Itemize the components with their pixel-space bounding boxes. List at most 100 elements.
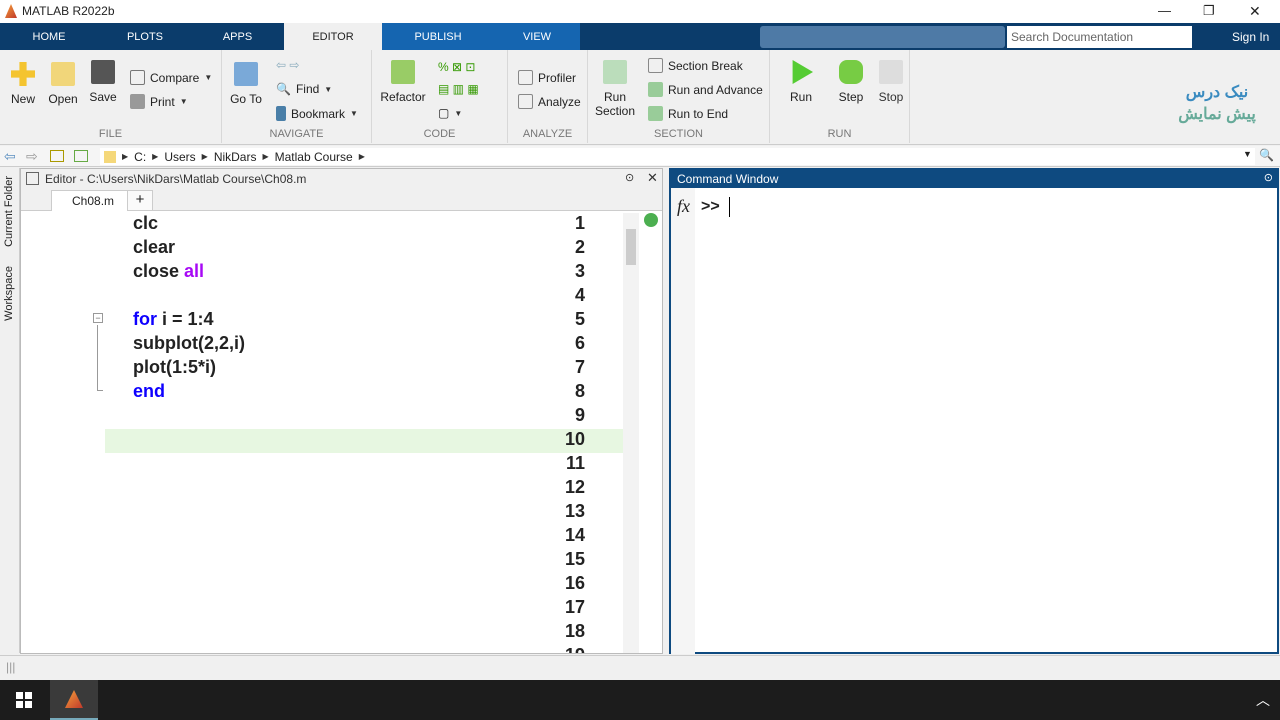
code-token: all bbox=[184, 261, 205, 281]
panel-menu-icon[interactable]: ⊙ bbox=[1264, 171, 1273, 184]
sign-in-link[interactable]: Sign In bbox=[1232, 30, 1269, 44]
minimize-button[interactable]: — bbox=[1158, 3, 1171, 18]
editor-header: Editor - C:\Users\NikDars\Matlab Course\… bbox=[21, 169, 662, 189]
profiler-icon bbox=[518, 70, 533, 85]
back-forward-icon[interactable]: ⇦ ⇨ bbox=[276, 58, 299, 72]
line-number: 4 bbox=[574, 285, 585, 305]
line-number: 10 bbox=[564, 429, 585, 449]
run-and-advance-button[interactable]: Run and Advance bbox=[648, 82, 763, 97]
path-segment[interactable]: Matlab Course bbox=[275, 150, 353, 164]
stop-icon bbox=[879, 60, 903, 84]
close-button[interactable]: ✕ bbox=[1249, 3, 1261, 20]
run-section-button[interactable]: Run Section bbox=[594, 60, 636, 118]
code-token: clear bbox=[133, 237, 176, 257]
tab-apps[interactable]: APPS bbox=[210, 23, 265, 50]
tab-workspace[interactable]: Workspace bbox=[3, 266, 15, 321]
print-icon bbox=[130, 94, 145, 109]
taskbar-matlab-button[interactable] bbox=[50, 680, 98, 720]
fixed-point-icon[interactable]: ▢ ▼ bbox=[438, 106, 462, 120]
profiler-button[interactable]: Profiler bbox=[518, 70, 576, 85]
print-button[interactable]: Print ▼ bbox=[130, 94, 188, 109]
code-line[interactable]: subplot(2,2,i) bbox=[133, 333, 245, 354]
run-button[interactable]: Run bbox=[786, 60, 816, 104]
folder-icon bbox=[51, 62, 75, 86]
line-number: 9 bbox=[574, 405, 585, 425]
code-token: for bbox=[133, 309, 157, 329]
code-group: Refactor % ⊠ ⊡ ▤ ▥ ▦ ▢ ▼ CODE bbox=[372, 50, 508, 143]
tab-plots[interactable]: PLOTS bbox=[115, 23, 175, 50]
windows-start-icon[interactable] bbox=[16, 692, 32, 708]
new-button[interactable]: New bbox=[8, 62, 38, 106]
line-number: 11 bbox=[565, 453, 585, 473]
bookmark-button[interactable]: Bookmark ▼ bbox=[276, 106, 358, 121]
browse-folder-icon[interactable] bbox=[74, 150, 88, 162]
code-area[interactable]: 1 clc 2 clear 3 close all 4 5 for i = 1:4 6 subplo… bbox=[21, 211, 621, 653]
tab-view[interactable]: VIEW bbox=[494, 23, 580, 50]
tab-publish[interactable]: PUBLISH bbox=[382, 23, 494, 50]
refactor-icon bbox=[391, 60, 415, 84]
ribbon: New Open Save Compare ▼ Print ▼ FILE Go To… bbox=[0, 50, 1280, 145]
analyze-button[interactable]: Analyze bbox=[518, 94, 581, 109]
search-documentation-input[interactable]: Search Documentation bbox=[1007, 26, 1192, 48]
function-browser-icon[interactable]: fx bbox=[677, 196, 690, 217]
back-icon[interactable]: ⇦ bbox=[4, 148, 16, 165]
code-line[interactable]: plot(1:5*i) bbox=[133, 357, 216, 378]
analyze-group: Profiler Analyze ANALYZE bbox=[508, 50, 588, 143]
fold-line bbox=[97, 325, 103, 391]
code-line[interactable]: clear bbox=[133, 237, 175, 258]
path-dropdown-icon[interactable]: ▼ bbox=[1243, 149, 1252, 159]
command-window[interactable]: Command Window ⊙ fx >> bbox=[669, 168, 1279, 654]
plus-icon bbox=[11, 62, 35, 86]
chevron-up-icon[interactable]: ︿ bbox=[1256, 690, 1270, 710]
path-segment[interactable]: C: bbox=[134, 150, 146, 164]
search-icon[interactable]: 🔍 bbox=[1259, 148, 1274, 162]
code-line[interactable]: end bbox=[133, 381, 165, 402]
run-to-end-button[interactable]: Run to End bbox=[648, 106, 728, 121]
find-button[interactable]: 🔍 Find ▼ bbox=[276, 82, 332, 96]
editor-icon bbox=[26, 172, 39, 185]
current-folder-path[interactable]: ▶ C: ▶ Users ▶ NikDars ▶ Matlab Course ▶ bbox=[100, 148, 1255, 165]
matlab-logo-icon bbox=[5, 4, 17, 18]
status-bar: ||| bbox=[0, 655, 1280, 680]
section-break-button[interactable]: Section Break bbox=[648, 58, 743, 73]
refactor-button[interactable]: Refactor bbox=[378, 60, 428, 104]
side-tabs: Current Folder Workspace bbox=[0, 168, 20, 653]
editor-tabs: Ch08.m✕ + bbox=[21, 189, 662, 211]
tab-home[interactable]: HOME bbox=[18, 23, 80, 50]
tab-editor[interactable]: EDITOR bbox=[284, 23, 382, 50]
maximize-button[interactable]: ❐ bbox=[1203, 3, 1215, 19]
code-line[interactable]: close all bbox=[133, 261, 204, 282]
new-tab-button[interactable]: + bbox=[127, 190, 153, 211]
run-group: Run Step Stop RUN bbox=[770, 50, 910, 143]
tab-current-folder[interactable]: Current Folder bbox=[3, 176, 15, 247]
compare-button[interactable]: Compare ▼ bbox=[130, 70, 212, 85]
editor-scrollbar[interactable] bbox=[623, 213, 639, 653]
section-break-icon bbox=[648, 58, 663, 73]
run-to-end-icon bbox=[648, 106, 663, 121]
stop-button[interactable]: Stop bbox=[876, 60, 906, 104]
save-button[interactable]: Save bbox=[88, 60, 118, 104]
path-segment[interactable]: Users bbox=[164, 150, 195, 164]
fold-icon[interactable]: − bbox=[93, 313, 103, 323]
code-line[interactable]: for i = 1:4 bbox=[133, 309, 214, 330]
close-panel-icon[interactable]: ✕ bbox=[647, 170, 658, 186]
forward-icon[interactable]: ⇨ bbox=[26, 148, 38, 165]
folder-icon bbox=[104, 150, 116, 163]
line-number: 18 bbox=[564, 621, 585, 641]
code-token: close bbox=[133, 261, 185, 281]
up-folder-icon[interactable] bbox=[50, 150, 64, 162]
comment-icon[interactable]: % ⊠ ⊡ bbox=[438, 60, 475, 74]
panel-menu-icon[interactable]: ⊙ bbox=[625, 171, 634, 184]
open-button[interactable]: Open bbox=[46, 62, 80, 106]
line-number: 12 bbox=[564, 477, 585, 497]
goto-button[interactable]: Go To bbox=[228, 62, 264, 106]
run-advance-icon bbox=[648, 82, 663, 97]
code-token: i = 1:4 bbox=[157, 309, 214, 329]
indent-icon[interactable]: ▤ ▥ ▦ bbox=[438, 82, 479, 96]
command-prompt: >> bbox=[701, 198, 720, 215]
line-number: 7 bbox=[574, 357, 585, 377]
path-segment[interactable]: NikDars bbox=[214, 150, 257, 164]
code-line[interactable]: clc bbox=[133, 213, 158, 234]
step-button[interactable]: Step bbox=[836, 60, 866, 104]
editor-panel: Editor - C:\Users\NikDars\Matlab Course\… bbox=[20, 168, 663, 654]
